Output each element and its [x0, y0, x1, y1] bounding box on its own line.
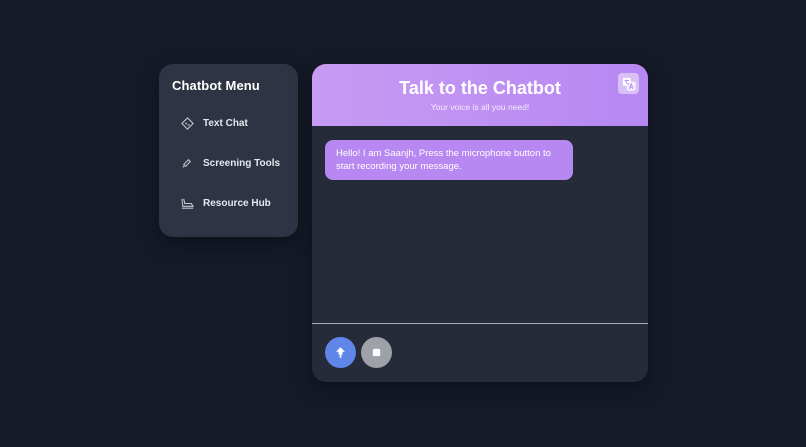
menu-item-label: Screening Tools [203, 157, 281, 169]
chat-divider [312, 323, 648, 324]
translate-icon [622, 77, 636, 91]
chat-title: Talk to the Chatbot [399, 78, 561, 98]
chat-header: Talk to the Chatbot Your voice is all yo… [312, 64, 648, 126]
chat-panel: Talk to the Chatbot Your voice is all yo… [312, 64, 648, 382]
menu-item-text-chat[interactable]: Text Chat [172, 113, 298, 133]
tag-icon [180, 116, 195, 131]
menu-list: Text Chat Screening Tools Resource Hub [172, 113, 298, 213]
ship-icon [180, 196, 195, 211]
chatbot-menu: Chatbot Menu Text Chat Screening Tools R… [159, 64, 298, 237]
menu-item-screening-tools[interactable]: Screening Tools [172, 153, 298, 173]
translate-button[interactable] [618, 73, 639, 94]
pin-icon [180, 156, 195, 171]
record-button[interactable] [325, 337, 356, 368]
bot-message-bubble: Hello! I am Saanjh, Press the microphone… [325, 140, 573, 180]
chat-messages: Hello! I am Saanjh, Press the microphone… [312, 126, 648, 322]
stop-icon [370, 346, 383, 359]
menu-item-resource-hub[interactable]: Resource Hub [172, 193, 298, 213]
microphone-icon [334, 346, 347, 359]
app-stage: Chatbot Menu Text Chat Screening Tools R… [0, 0, 806, 447]
stop-button[interactable] [361, 337, 392, 368]
menu-item-label: Text Chat [203, 117, 248, 129]
voice-controls [325, 337, 392, 368]
menu-title: Chatbot Menu [172, 78, 260, 93]
chat-subtitle: Your voice is all you need! [430, 102, 530, 112]
menu-item-label: Resource Hub [203, 197, 271, 209]
